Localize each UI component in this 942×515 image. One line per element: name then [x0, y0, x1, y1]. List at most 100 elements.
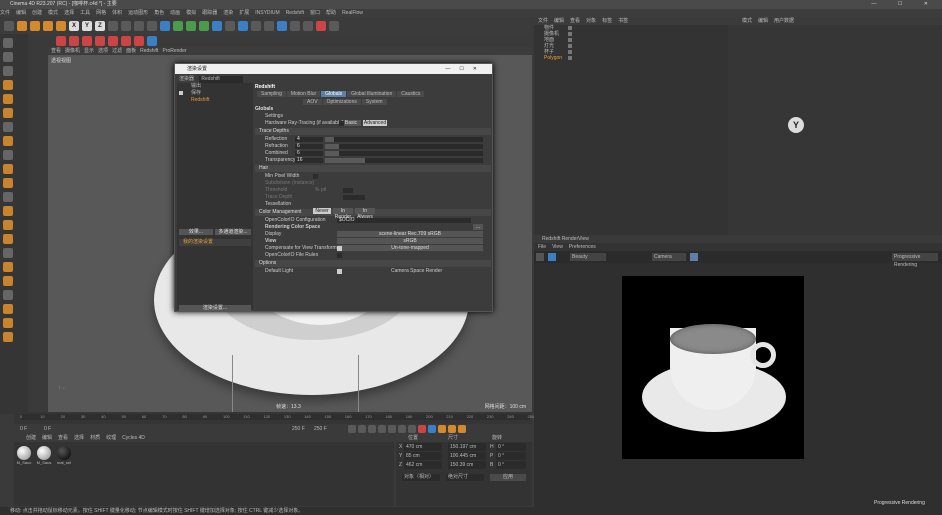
hair-trace-slider[interactable] [343, 195, 365, 200]
menu-item[interactable]: 编辑 [16, 10, 26, 16]
material-menu-item[interactable]: Cycles 4D [122, 435, 145, 441]
bevel-icon[interactable] [3, 290, 13, 300]
object-menu-item[interactable]: 标签 [602, 18, 612, 24]
frame-start[interactable]: 0 F [20, 426, 27, 432]
axis-x-button[interactable]: X [69, 20, 79, 31]
my-render-settings-item[interactable]: 我的渲染设置 [179, 239, 251, 246]
prev-frame-icon[interactable] [368, 425, 376, 433]
tess-never-button[interactable]: Never [313, 208, 331, 214]
object-visibility-icon[interactable] [568, 38, 572, 42]
multipass-button[interactable]: 多通道渲染... [215, 229, 251, 235]
axis-z-button[interactable]: Z [95, 20, 105, 31]
menu-item[interactable]: 选择 [64, 10, 74, 16]
trace-depth-slider[interactable] [325, 144, 483, 149]
object-menu-item[interactable]: 对象 [586, 18, 596, 24]
coord-rotation-field[interactable]: 0 ° [496, 461, 526, 469]
auto-key-icon[interactable] [428, 425, 436, 433]
coord-rotation-field[interactable]: 0 ° [496, 452, 526, 460]
weld-icon[interactable] [3, 318, 13, 328]
viewport-menu-item[interactable]: 面板 [126, 48, 136, 54]
trace-depths-section[interactable]: Trace Depths [255, 128, 491, 135]
coord-size-field[interactable]: 150.39 cm [448, 461, 486, 469]
attribute-menu-item[interactable]: 用户数据 [774, 18, 794, 24]
dialog-tab[interactable]: Caustics [397, 91, 425, 97]
menu-item[interactable]: 渲染 [223, 10, 233, 16]
coord-size-field[interactable]: 150.197 cm [448, 443, 486, 451]
menu-item[interactable]: 窗口 [310, 10, 320, 16]
viewport-menu-item[interactable]: Redshift [140, 48, 158, 54]
object-menu-item[interactable]: 书签 [618, 18, 628, 24]
trace-depth-value[interactable]: 16 [295, 158, 323, 163]
axis-y-button[interactable]: Y [82, 20, 92, 31]
renderview-menu-item[interactable]: Preferences [569, 244, 596, 250]
sun-icon[interactable] [329, 20, 339, 31]
object-visibility-icon[interactable] [568, 32, 572, 36]
renderer-select[interactable]: Redshift [199, 76, 244, 83]
render-settings-button[interactable]: 渲染设置... [179, 305, 251, 311]
dialog-tab[interactable]: Globals [321, 91, 347, 97]
renderview-menu-item[interactable]: File [538, 244, 546, 250]
key-position-icon[interactable] [438, 425, 446, 433]
tess-render-button[interactable]: In Render [333, 208, 353, 220]
menu-item[interactable]: 跟踪器 [202, 10, 217, 16]
frame-max[interactable]: 250 F [292, 426, 305, 432]
coord-rotation-field[interactable]: 0 ° [496, 443, 526, 451]
deformer-icon[interactable] [212, 20, 222, 31]
snap-icon[interactable] [264, 20, 274, 31]
object-menu-item[interactable]: 查看 [570, 18, 580, 24]
material-swatch[interactable]: M_Saus [36, 446, 52, 465]
next-key-icon[interactable] [398, 425, 406, 433]
material-menu-item[interactable]: 选择 [74, 435, 84, 441]
camera-select[interactable]: Camera [652, 253, 686, 261]
menu-item[interactable]: 模拟 [186, 10, 196, 16]
dialog-tab[interactable]: AOV [303, 99, 322, 105]
menu-item[interactable]: 创建 [32, 10, 42, 16]
sphere-icon[interactable] [69, 36, 79, 46]
record-icon[interactable] [316, 20, 326, 31]
dialog-tab[interactable]: Motion Blur [286, 91, 321, 97]
trace-depth-value[interactable]: 4 [295, 137, 323, 142]
sculpt-icon[interactable] [3, 206, 13, 216]
timeline-ruler[interactable]: 0 10 20 30 40 50 60 70 80 90 100 110 120 130 140 150 160… [20, 414, 534, 420]
compensate-checkbox[interactable] [337, 246, 342, 251]
select-icon[interactable] [17, 20, 27, 31]
light-bulb-icon[interactable] [303, 20, 313, 31]
render-start-icon[interactable] [548, 253, 556, 261]
trace-depth-slider[interactable] [325, 158, 483, 163]
grid-icon[interactable] [290, 20, 300, 31]
rs-icon[interactable] [277, 20, 287, 31]
object-menu-item[interactable]: 编辑 [554, 18, 564, 24]
menu-item[interactable]: 运动图形 [128, 10, 148, 16]
ocio-rules-checkbox[interactable] [337, 253, 342, 258]
uv-mode-icon[interactable] [3, 122, 13, 132]
primitive-icon[interactable] [56, 36, 66, 46]
render-icon[interactable] [134, 20, 144, 31]
key-rotation-icon[interactable] [448, 425, 456, 433]
trace-depth-slider[interactable] [325, 151, 483, 156]
render-image[interactable] [622, 276, 804, 459]
dialog-tab[interactable]: Sampling [257, 91, 286, 97]
trace-depth-value[interactable]: 6 [295, 144, 323, 149]
attribute-menu-item[interactable]: 模式 [742, 18, 752, 24]
prev-key-icon[interactable] [358, 425, 366, 433]
subdivision-icon[interactable] [186, 20, 196, 31]
viewport-menu-item[interactable]: 选项 [98, 48, 108, 54]
mirror-icon[interactable] [3, 332, 13, 342]
menu-item[interactable]: 模式 [48, 10, 58, 16]
coord-position-field[interactable]: 470 cm [404, 443, 442, 451]
options-section[interactable]: Options [255, 260, 491, 267]
coord-apply-button[interactable]: 应用 [490, 474, 526, 481]
effect-button[interactable]: 效果... [179, 229, 213, 235]
model-mode-icon[interactable] [3, 52, 13, 62]
menu-item[interactable]: 体积 [112, 10, 122, 16]
object-visibility-icon[interactable] [568, 26, 572, 30]
trace-depth-value[interactable]: 6 [295, 151, 323, 156]
world-axis-icon[interactable] [108, 20, 118, 31]
coord-position-field[interactable]: 85 cm [404, 452, 442, 460]
workplane-icon[interactable] [3, 178, 13, 188]
object-row[interactable]: Polygon [534, 55, 728, 61]
dialog-side-item[interactable]: 输出 [177, 83, 253, 90]
hair-threshold-slider[interactable] [343, 188, 353, 193]
brush-icon[interactable] [3, 262, 13, 272]
polygons-mode-icon[interactable] [3, 108, 13, 118]
